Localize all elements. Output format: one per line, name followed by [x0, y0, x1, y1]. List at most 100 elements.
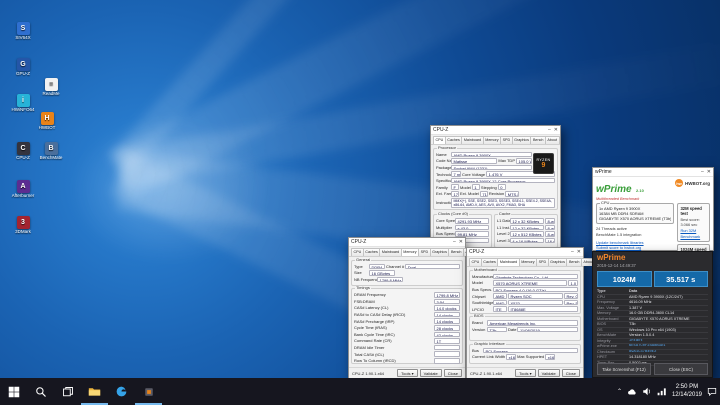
field-label: Date: [508, 327, 516, 332]
tools-button[interactable]: Tools ▾: [515, 369, 535, 377]
wprime-titlebar[interactable]: wPrime – ✕: [593, 168, 713, 177]
field-label: Specification: [436, 178, 450, 183]
tab[interactable]: Mainboard: [497, 258, 519, 266]
hwbot-logo[interactable]: hw HWBOT.org: [675, 179, 710, 187]
instructions-value: MMX(+), SSE, SSE2, SSE3, SSSE3, SSE4.1, …: [451, 198, 555, 209]
tab[interactable]: CPU: [351, 248, 364, 256]
desktop-icon-readme[interactable]: ≡ ReadMe: [34, 78, 68, 97]
network-icon[interactable]: [657, 387, 667, 396]
search-button[interactable]: [27, 378, 54, 405]
tab[interactable]: Graphics: [548, 258, 568, 266]
result-title: wPrime: [597, 254, 708, 262]
cpuz-taskbar-button[interactable]: [135, 378, 162, 405]
clock-date: 12/14/2019: [672, 392, 702, 399]
field-label: Code Name: [436, 158, 450, 163]
tab[interactable]: Mainboard: [379, 248, 401, 256]
cpuz-memory-tabs: CPUCachesMainboardMemorySPDGraphicsBench…: [349, 247, 465, 257]
tools-button[interactable]: Tools ▾: [397, 369, 417, 377]
taskbar-clock[interactable]: 2:50 PM 12/14/2019: [672, 384, 702, 398]
tab[interactable]: Mainboard: [461, 136, 483, 144]
field-label: Channel #: [386, 264, 404, 269]
volume-icon[interactable]: [642, 387, 652, 396]
desktop-icon-siv[interactable]: S SIV64X: [6, 22, 40, 41]
group-title: BIOS: [473, 314, 485, 318]
minimize-icon[interactable]: –: [548, 128, 551, 133]
model-rev-value: 1.0: [568, 280, 578, 286]
group-title: Cache: [498, 212, 512, 216]
validate-button[interactable]: Validate: [538, 369, 560, 377]
desktop-icon-benchmate[interactable]: B BenchMate: [34, 142, 68, 161]
tab[interactable]: SPD: [418, 248, 431, 256]
edge-button[interactable]: [108, 378, 135, 405]
timing-value: 1T: [434, 338, 460, 344]
desktop-icon-3dmark[interactable]: 3 3DMark: [6, 216, 40, 235]
minimize-icon[interactable]: –: [701, 170, 704, 175]
start-button[interactable]: [0, 378, 27, 405]
field-label: L1 Data: [497, 218, 509, 223]
tab[interactable]: Bench: [566, 258, 581, 266]
close-icon[interactable]: ✕: [577, 250, 581, 255]
model-value: 1: [472, 184, 480, 190]
timing-value: [434, 358, 460, 364]
result-row-data: Version 1.5.0.4: [629, 333, 708, 337]
ryzen-logo-number: 9: [542, 162, 546, 169]
desktop-icon-hwbot[interactable]: H HWBOT: [30, 112, 64, 131]
tab[interactable]: SPD: [536, 258, 549, 266]
window-title: wPrime: [595, 169, 612, 175]
field-label: Bus: [472, 348, 482, 353]
motherboard-group: Motherboard Manufacturer Gigabyte Techno…: [469, 270, 581, 314]
onedrive-icon[interactable]: [627, 388, 637, 396]
take-screenshot-button[interactable]: Take Screenshot (F12): [597, 363, 651, 375]
action-center-icon[interactable]: [707, 387, 717, 396]
tab[interactable]: Caches: [481, 258, 499, 266]
validate-button[interactable]: Validate: [420, 369, 442, 377]
minimize-icon[interactable]: –: [571, 250, 574, 255]
test-name: 32M speed test: [680, 206, 707, 216]
tab[interactable]: SPD: [500, 136, 513, 144]
tab[interactable]: Graphics: [512, 136, 532, 144]
tab[interactable]: About: [545, 136, 560, 144]
field-label: Brand: [472, 320, 486, 325]
field-label: Southbridge: [472, 300, 492, 305]
tab[interactable]: Bench: [448, 248, 463, 256]
edge-icon: [115, 385, 128, 398]
cpuz-memory-titlebar[interactable]: CPU-Z – ✕: [349, 238, 465, 247]
max-link-width-value: x16: [545, 354, 555, 360]
result-row-data: Intact: [629, 339, 708, 343]
tab[interactable]: Memory: [519, 258, 537, 266]
tab[interactable]: Graphics: [430, 248, 450, 256]
general-group: General Type DDR4 Channel # Dual Size 16…: [351, 260, 463, 286]
file-explorer-button[interactable]: [81, 378, 108, 405]
window-title: CPU-Z: [351, 239, 366, 245]
tray-chevron-icon[interactable]: ⌃: [617, 388, 622, 395]
cpuz-cpu-titlebar[interactable]: CPU-Z – ✕: [431, 126, 560, 135]
tab[interactable]: Memory: [401, 248, 419, 256]
task-view-button[interactable]: [54, 378, 81, 405]
specification-value: AMD Ryzen 9 3900X 12-Core Processor: [451, 178, 555, 184]
desktop-icon-gpuz[interactable]: G GPU-Z: [6, 58, 40, 77]
tab[interactable]: Memory: [483, 136, 501, 144]
cpuz-mainboard-titlebar[interactable]: CPU-Z – ✕: [467, 248, 583, 257]
result-row-type: CPU: [597, 295, 629, 299]
wprime-window: wPrime – ✕ wPrime 2.10 Multithreaded Ben…: [592, 167, 714, 251]
close-icon[interactable]: ✕: [554, 128, 558, 133]
minimize-icon[interactable]: –: [453, 240, 456, 245]
result-titlebar[interactable]: wPrime 2019-12-14 14:49:37: [593, 252, 712, 269]
tab[interactable]: Bench: [530, 136, 545, 144]
tab[interactable]: CPU: [433, 136, 446, 144]
desktop[interactable]: S SIV64X G GPU-Z i HWiNFO64 ≡ ReadMe H H…: [0, 0, 720, 405]
run-benchmark-link[interactable]: Run 32M Benchmark: [680, 228, 707, 239]
close-button[interactable]: Close: [444, 369, 462, 377]
bios-group: BIOS Brand American Megatrends Inc. Vers…: [469, 316, 581, 341]
tab[interactable]: Caches: [445, 136, 463, 144]
tab[interactable]: CPU: [469, 258, 482, 266]
desktop-icon-afterburner[interactable]: A Afterburner: [6, 180, 40, 199]
close-icon[interactable]: ✕: [707, 170, 711, 175]
close-icon[interactable]: ✕: [459, 240, 463, 245]
result-row-type: wPrime.exe: [597, 344, 629, 348]
southbridge-value: X570: [508, 300, 563, 306]
close-esc-button[interactable]: Close (ESC): [654, 363, 708, 375]
field-label: Size: [354, 270, 368, 275]
tab[interactable]: Caches: [363, 248, 381, 256]
close-button[interactable]: Close: [562, 369, 580, 377]
